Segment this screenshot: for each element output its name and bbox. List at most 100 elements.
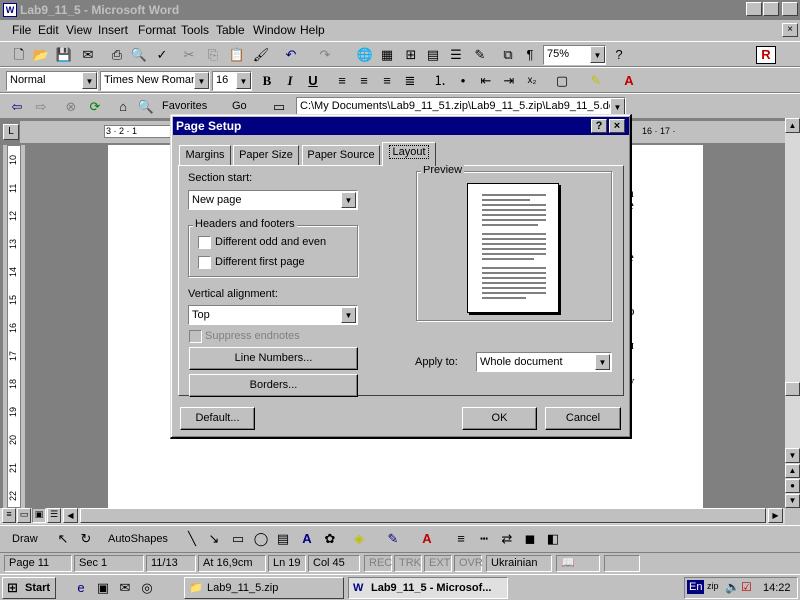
ok-button[interactable]: OK	[462, 407, 537, 430]
drawing-icon[interactable]: ✎	[471, 46, 489, 64]
vertical-alignment-select[interactable]: Top ▼	[188, 305, 358, 325]
channels-icon[interactable]: ◎	[138, 579, 156, 597]
status-rec[interactable]: REC	[364, 555, 392, 572]
chevron-down-icon[interactable]: ▼	[341, 192, 356, 208]
line-color-icon[interactable]: ✎	[384, 530, 402, 548]
bold-button[interactable]: B	[258, 72, 276, 90]
font-color-icon[interactable]: A	[620, 72, 638, 90]
cancel-button[interactable]: Cancel	[545, 407, 621, 430]
stop-icon[interactable]: ⊗	[62, 98, 80, 116]
home-icon[interactable]: ⌂	[114, 98, 132, 116]
scroll-left-icon[interactable]: ◀	[63, 508, 78, 523]
ie-icon[interactable]: e	[72, 579, 90, 597]
new-document-icon[interactable]: 🗋	[10, 46, 28, 64]
desktop-icon[interactable]: ▣	[94, 579, 112, 597]
outlook-icon[interactable]: ✉	[116, 579, 134, 597]
draw-menu[interactable]: Draw	[12, 533, 38, 545]
dash-style-icon[interactable]: ┅	[475, 530, 493, 548]
go-menu[interactable]: Go	[232, 100, 247, 112]
autoshapes-menu[interactable]: AutoShapes	[108, 533, 168, 545]
undo-icon[interactable]: ↶	[282, 46, 300, 64]
menu-file[interactable]: File	[12, 23, 31, 37]
menu-format[interactable]: Format	[138, 23, 176, 37]
dialog-close-button[interactable]: ×	[609, 119, 625, 133]
chevron-down-icon[interactable]: ▼	[236, 72, 251, 89]
status-trk[interactable]: TRK	[394, 555, 422, 572]
free-rotate-icon[interactable]: ↻	[77, 530, 95, 548]
align-left-icon[interactable]: ≡	[333, 72, 351, 90]
email-icon[interactable]: ✉	[79, 46, 97, 64]
arrow-style-icon[interactable]: ⇄	[498, 530, 516, 548]
select-objects-icon[interactable]: ↖	[54, 530, 72, 548]
winzip-icon[interactable]: zip	[707, 581, 719, 591]
status-ovr[interactable]: OVR	[454, 555, 483, 572]
line-numbers-button[interactable]: Line Numbers...	[189, 347, 358, 370]
clip-art-icon[interactable]: ✿	[321, 530, 339, 548]
tab-margins[interactable]: Margins	[179, 145, 231, 165]
style-select[interactable]: Normal ▼	[6, 71, 98, 91]
scroll-up-icon[interactable]: ▲	[785, 118, 800, 133]
menu-insert[interactable]: Insert	[98, 23, 128, 37]
menu-tools[interactable]: Tools	[181, 23, 209, 37]
menu-help[interactable]: Help	[300, 23, 325, 37]
document-map-icon[interactable]: ⧉	[499, 46, 517, 64]
line-style-icon[interactable]: ≡	[452, 530, 470, 548]
subscript-icon[interactable]: x₂	[523, 72, 541, 90]
default-button[interactable]: Default...	[180, 407, 255, 430]
chevron-down-icon[interactable]: ▼	[590, 46, 605, 63]
borders-button[interactable]: Borders...	[189, 374, 358, 397]
chevron-down-icon[interactable]: ▼	[82, 72, 97, 89]
borders-icon[interactable]: ▢	[553, 72, 571, 90]
next-page-icon[interactable]: ▼	[785, 494, 800, 508]
fill-color-icon[interactable]: ◈	[350, 530, 368, 548]
menu-edit[interactable]: Edit	[38, 23, 59, 37]
scroll-thumb[interactable]	[785, 382, 800, 396]
print-preview-icon[interactable]: 🔍	[130, 46, 148, 64]
forward-icon[interactable]: ⇨	[32, 98, 50, 116]
save-icon[interactable]: 💾	[55, 46, 73, 64]
spelling-status-icon[interactable]: 📖	[556, 555, 600, 572]
back-icon[interactable]: ⇦	[8, 98, 26, 116]
columns-icon[interactable]: ☰	[447, 46, 465, 64]
chevron-down-icon[interactable]: ▼	[341, 307, 356, 323]
vertical-scrollbar[interactable]: ▲ ▼ ▲ ● ▼	[785, 118, 800, 508]
format-painter-icon[interactable]: 🖌	[252, 46, 270, 64]
print-icon[interactable]: ⎙	[108, 46, 126, 64]
numbering-icon[interactable]: ⒈	[431, 72, 449, 90]
office-assistant-icon[interactable]: ?	[610, 46, 628, 64]
underline-button[interactable]: U	[304, 72, 322, 90]
scroll-right-icon[interactable]: ▶	[768, 508, 783, 523]
3d-icon[interactable]: ◧	[544, 530, 562, 548]
draw-font-color-icon[interactable]: A	[418, 530, 436, 548]
wordart-icon[interactable]: A	[298, 530, 316, 548]
arrow-icon[interactable]: ↘	[205, 530, 223, 548]
menu-table[interactable]: Table	[216, 23, 245, 37]
menu-view[interactable]: View	[66, 23, 92, 37]
text-box-icon[interactable]: ▤	[274, 530, 292, 548]
shadow-icon[interactable]: ◼	[521, 530, 539, 548]
check-icon[interactable]: ☑	[741, 580, 752, 594]
copy-icon[interactable]: ⎘	[204, 46, 222, 64]
horizontal-scrollbar[interactable]: ≡ ▭ ▣ ☰ ◀ ▶	[0, 508, 785, 524]
word-icon[interactable]: W	[3, 3, 17, 17]
print-layout-icon[interactable]: ▣	[32, 508, 46, 523]
restore-button[interactable]: ❐	[763, 2, 779, 16]
tables-borders-icon[interactable]: ▦	[378, 46, 396, 64]
rectangle-icon[interactable]: ▭	[229, 530, 247, 548]
font-size-select[interactable]: 16 ▼	[212, 71, 252, 91]
start-button[interactable]: ⊞ Start	[2, 577, 56, 599]
suppress-endnotes-checkbox[interactable]	[189, 330, 202, 343]
redo-icon[interactable]: ↷	[316, 46, 334, 64]
font-select[interactable]: Times New Roman ▼	[100, 71, 210, 91]
minimize-button[interactable]: _	[746, 2, 762, 16]
chevron-down-icon[interactable]: ▼	[595, 354, 610, 370]
highlight-icon[interactable]: ✎	[587, 72, 605, 90]
select-browse-object-icon[interactable]: ●	[785, 479, 800, 493]
task-zip-folder[interactable]: 📁 Lab9_11_5.zip	[184, 577, 344, 599]
zoom-select[interactable]: 75% ▼	[543, 45, 606, 65]
tab-layout[interactable]: Layout	[382, 142, 436, 166]
line-icon[interactable]: ╲	[183, 530, 201, 548]
volume-icon[interactable]: 🔊	[725, 580, 740, 594]
paste-icon[interactable]: 📋	[228, 46, 246, 64]
different-odd-even-checkbox[interactable]	[198, 236, 211, 249]
